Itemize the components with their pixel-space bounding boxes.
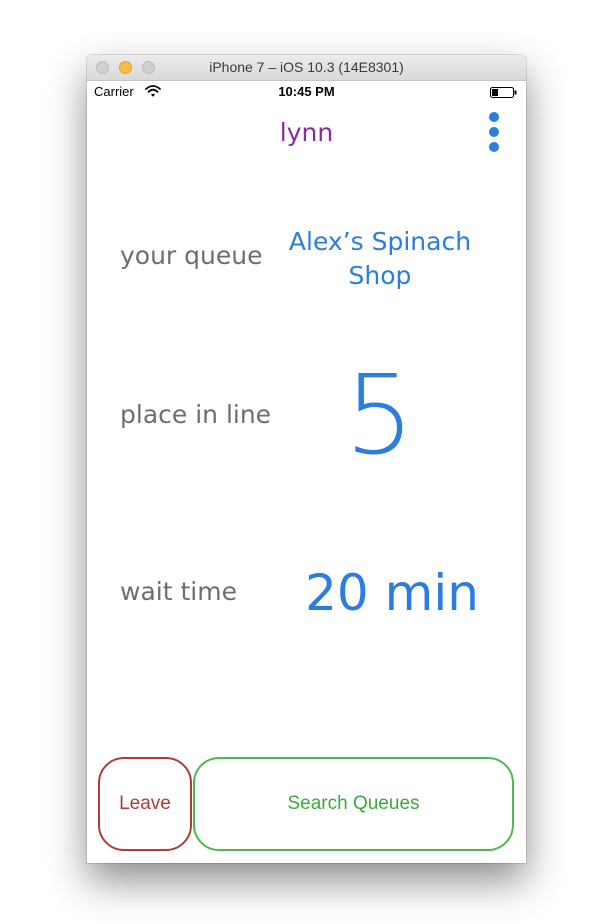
place-in-line-label: place in line: [120, 400, 272, 429]
status-clock: 10:45 PM: [278, 84, 335, 99]
battery-icon: [490, 87, 517, 98]
more-dot: [489, 112, 499, 122]
screen: iPhone 7 – iOS 10.3 (14E8301) Carrier 10…: [0, 0, 607, 924]
search-queues-button[interactable]: Search Queues: [193, 757, 514, 851]
more-dot: [489, 127, 499, 137]
simulator-window: iPhone 7 – iOS 10.3 (14E8301) Carrier 10…: [87, 55, 526, 863]
window-titlebar: iPhone 7 – iOS 10.3 (14E8301): [87, 55, 526, 81]
status-bar: Carrier 10:45 PM: [87, 81, 526, 103]
more-vertical-icon[interactable]: [487, 110, 501, 154]
nav-title: lynn: [279, 118, 334, 147]
wait-time-value: 20 min: [305, 564, 479, 622]
more-dot: [489, 142, 499, 152]
window-title: iPhone 7 – iOS 10.3 (14E8301): [209, 59, 404, 75]
wait-time-label: wait time: [120, 577, 237, 606]
leave-button[interactable]: Leave: [98, 757, 192, 851]
place-in-line-value: 5: [344, 351, 415, 479]
queue-name: Alex’s Spinach Shop: [288, 227, 472, 290]
queue-label: your queue: [120, 241, 263, 270]
